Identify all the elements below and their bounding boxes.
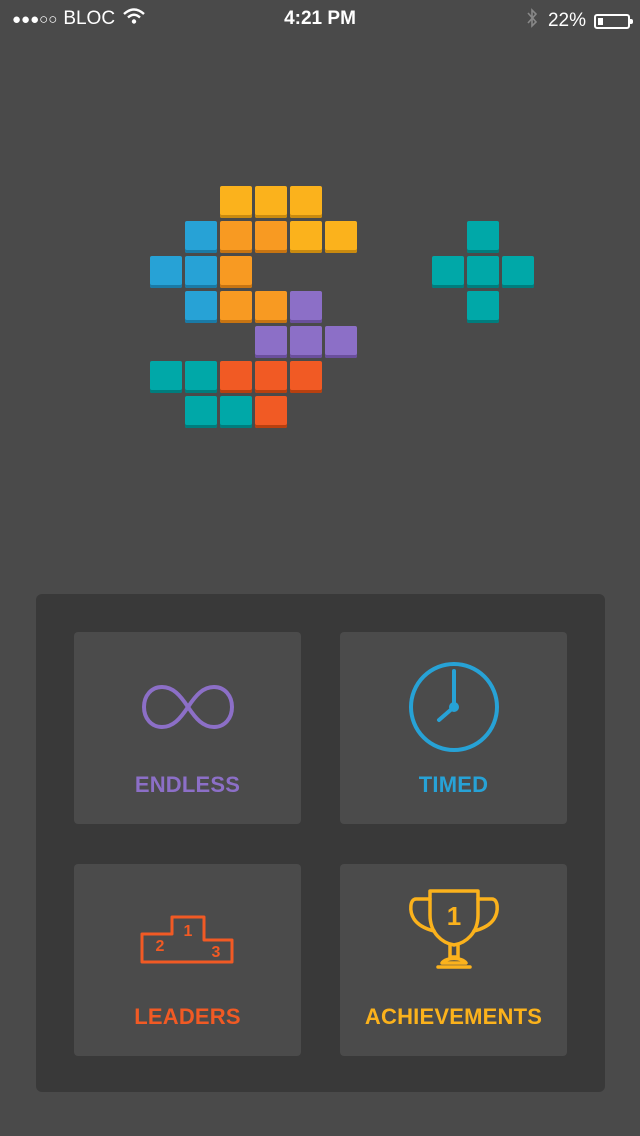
leaders-button[interactable]: 1 2 3 LEADERS (74, 864, 301, 1056)
logo-block (255, 396, 287, 428)
bluetooth-icon (526, 8, 538, 34)
logo-block (325, 326, 357, 358)
logo-block (290, 361, 322, 393)
logo-block (290, 186, 322, 218)
logo-block (185, 221, 217, 253)
podium-place-1: 1 (183, 923, 192, 940)
logo-block (220, 396, 252, 428)
logo-block (255, 361, 287, 393)
endless-label: ENDLESS (134, 772, 241, 797)
logo-block (220, 361, 252, 393)
logo-block (220, 221, 252, 253)
logo-block (185, 361, 217, 393)
logo-block (220, 186, 252, 218)
logo-block (255, 221, 287, 253)
logo-block (255, 186, 287, 218)
logo-block (467, 221, 499, 253)
podium-place-3: 3 (211, 944, 220, 961)
logo-block (325, 221, 357, 253)
logo-block (185, 396, 217, 428)
trophy-number: 1 (446, 901, 460, 931)
menu-panel: ENDLESS TIMED 1 2 3 LEADERS 1 ACHIEVEMEN… (36, 594, 605, 1092)
achievements-label: ACHIEVEMENTS (364, 1004, 543, 1029)
timed-label: TIMED (418, 772, 489, 797)
trophy-icon: 1 (340, 888, 567, 978)
status-bar: ●●●○○ BLOC 4:21 PM 22% (0, 0, 640, 40)
logo-block (255, 291, 287, 323)
endless-button[interactable]: ENDLESS (74, 632, 301, 824)
clock-icon (340, 662, 567, 752)
logo-block (290, 326, 322, 358)
achievements-button[interactable]: 1 ACHIEVEMENTS (340, 864, 567, 1056)
logo-block (220, 256, 252, 288)
podium-icon: 1 2 3 (74, 894, 301, 984)
logo-block (467, 291, 499, 323)
logo-block (150, 256, 182, 288)
game-logo (150, 186, 534, 436)
logo-block (467, 256, 499, 288)
podium-place-2: 2 (155, 938, 164, 955)
timed-button[interactable]: TIMED (340, 632, 567, 824)
logo-block (220, 291, 252, 323)
logo-block (432, 256, 464, 288)
logo-block (290, 221, 322, 253)
logo-block (255, 326, 287, 358)
status-right: 22% (526, 8, 633, 34)
battery-percent: 22% (547, 10, 586, 31)
logo-block (502, 256, 534, 288)
battery-icon (594, 13, 633, 29)
infinity-icon (74, 662, 301, 752)
logo-block (150, 361, 182, 393)
logo-block (185, 256, 217, 288)
logo-block (290, 291, 322, 323)
leaders-label: LEADERS (134, 1004, 241, 1029)
logo-block (185, 291, 217, 323)
